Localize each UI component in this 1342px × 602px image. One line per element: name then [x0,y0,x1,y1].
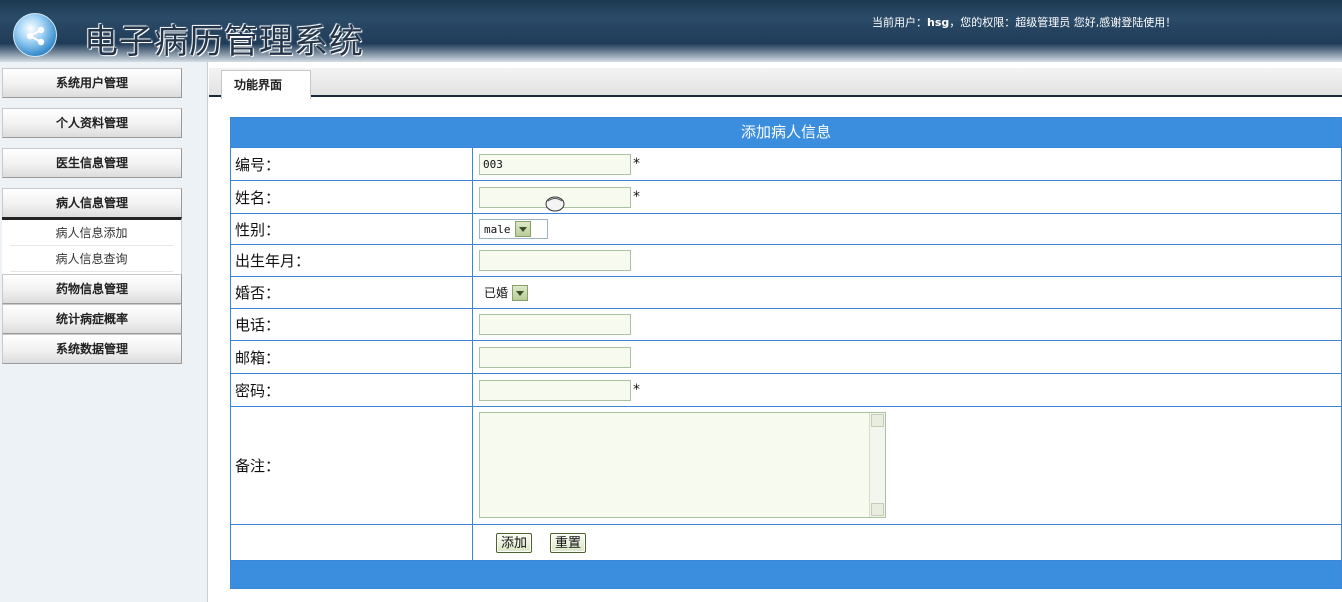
add-patient-form: 添加病人信息 编号： 003 * 姓名： * 性别： male 出生年月： 婚否… [230,117,1342,589]
label-note: 备注： [231,407,473,524]
birth-input[interactable] [479,250,631,271]
sidebar-item-patients[interactable]: 病人信息管理 [2,188,182,218]
gender-select[interactable]: male [479,219,548,239]
sidebar-item-doctors[interactable]: 医生信息管理 [2,148,182,178]
sidebar-item-profile[interactable]: 个人资料管理 [2,108,182,138]
user-info: 当前用户：hsg，您的权限：超级管理员 您好,感谢登陆使用！ [872,14,1176,30]
label-name: 姓名： [231,181,473,213]
app-logo-icon [13,13,57,57]
form-footer-bar [231,560,1341,588]
username: hsg [927,16,950,29]
app-title: 电子病历管理系统 [84,22,364,62]
row-gender: 性别： male [231,213,1341,244]
user-prefix: 当前用户： [872,16,927,29]
sidebar-item-statistics[interactable]: 统计病症概率 [2,304,182,334]
form-title: 添加病人信息 [231,118,1341,147]
app-header: 电子病历管理系统 当前用户：hsg，您的权限：超级管理员 您好,感谢登陆使用！ [0,0,1342,62]
married-select[interactable]: 已婚 [479,282,533,303]
submenu-item-add-patient[interactable]: 病人信息添加 [10,220,173,246]
row-married: 婚否： 已婚 [231,276,1341,308]
sidebar-item-system-users[interactable]: 系统用户管理 [2,68,182,98]
gender-select-value: male [484,222,511,236]
reset-button[interactable]: 重置 [550,532,587,553]
row-name: 姓名： * [231,180,1341,213]
required-mark: * [633,189,640,205]
required-mark: * [633,382,640,398]
main-content: 功能界面 添加病人信息 编号： 003 * 姓名： * 性别： male 出生年… [209,62,1342,602]
email-input[interactable] [479,346,631,368]
chevron-down-icon[interactable] [512,284,529,301]
row-phone: 电话： [231,308,1341,340]
password-input[interactable] [479,379,631,401]
textarea-scrollbar[interactable] [869,413,885,517]
label-id: 编号： [231,148,473,180]
required-mark: * [633,156,640,172]
note-textarea[interactable] [479,412,886,518]
mouse-cursor-icon [545,196,565,212]
row-note: 备注： [231,406,1341,524]
patients-submenu: 病人信息添加 病人信息查询 [2,217,182,274]
label-email: 邮箱： [231,341,473,373]
row-id: 编号： 003 * [231,147,1341,180]
id-input[interactable]: 003 [479,153,631,175]
sidebar-item-system-data[interactable]: 系统数据管理 [2,334,182,364]
submenu-item-query-patient[interactable]: 病人信息查询 [10,246,173,272]
row-birth: 出生年月： [231,244,1341,276]
phone-input[interactable] [479,314,631,335]
label-phone: 电话： [231,309,473,340]
row-password: 密码： * [231,373,1341,406]
label-password: 密码： [231,374,473,406]
row-actions: 添加 重置 [231,524,1341,560]
row-email: 邮箱： [231,340,1341,373]
tab-bar: 功能界面 [209,68,1342,99]
sidebar: 系统用户管理 个人资料管理 医生信息管理 病人信息管理 病人信息添加 病人信息查… [0,62,208,602]
label-birth: 出生年月： [231,245,473,276]
chevron-down-icon[interactable] [514,221,531,237]
scroll-down-icon[interactable] [871,503,884,516]
sidebar-item-medicines[interactable]: 药物信息管理 [2,274,182,304]
add-button[interactable]: 添加 [496,532,533,553]
label-actions-empty [231,525,473,560]
label-married: 婚否： [231,277,473,308]
tab-function[interactable]: 功能界面 [221,70,311,99]
label-gender: 性别： [231,214,473,244]
married-select-value: 已婚 [484,286,509,300]
scroll-up-icon[interactable] [871,414,884,427]
user-role-text: ，您的权限：超级管理员 您好,感谢登陆使用！ [949,16,1177,29]
